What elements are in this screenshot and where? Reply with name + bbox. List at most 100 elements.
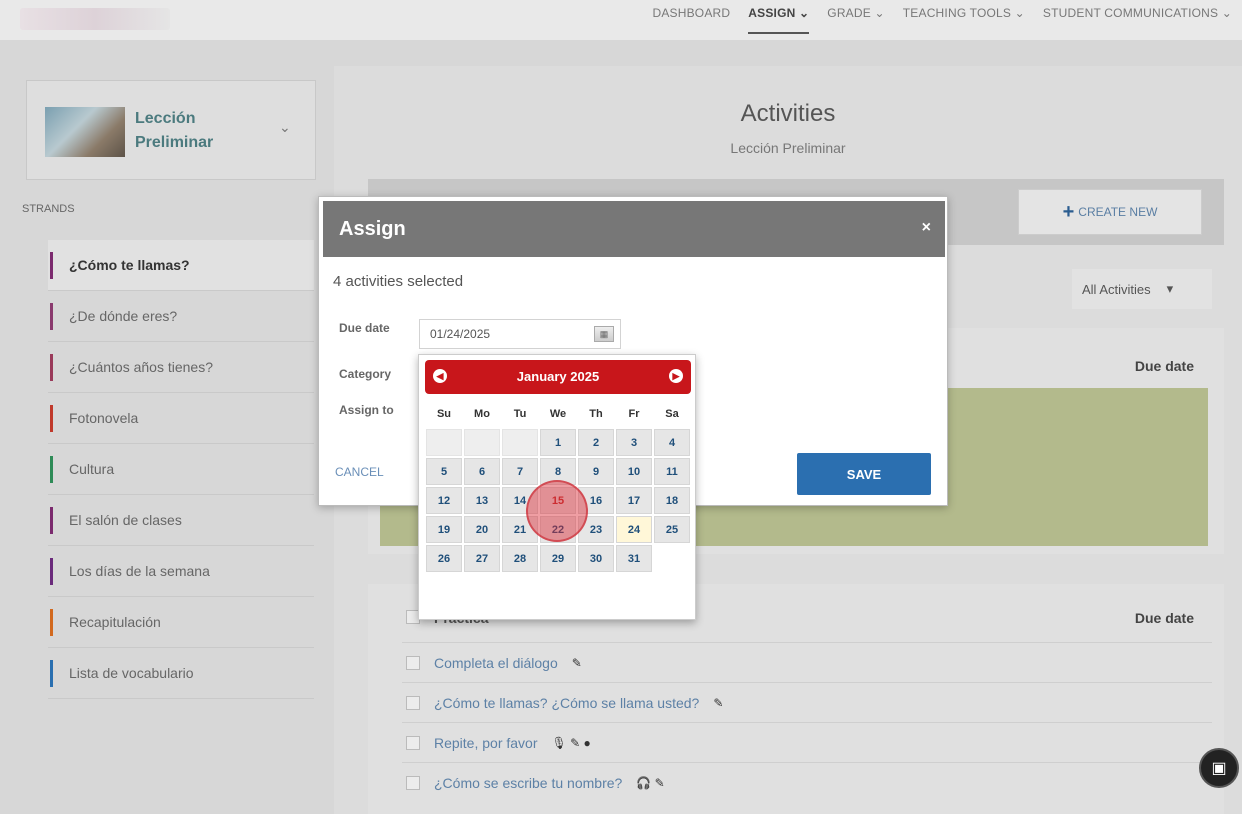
sidebar-strand-item[interactable]: ¿Cuántos años tienes? (48, 342, 314, 393)
due-date-header: Due date (1134, 358, 1194, 374)
datepicker-empty-cell (464, 429, 500, 456)
datepicker-day[interactable]: 25 (654, 516, 690, 543)
activity-checkbox[interactable] (406, 775, 420, 790)
next-month-icon[interactable]: ▶ (669, 369, 683, 383)
sidebar-strand-item[interactable]: Cultura (48, 444, 314, 495)
datepicker-day[interactable]: 15 (540, 487, 576, 514)
strand-color-bar (50, 609, 53, 636)
datepicker-day[interactable]: 2 (578, 429, 614, 456)
create-new-label: CREATE NEW (1078, 205, 1158, 219)
modal-header: Assign × (323, 201, 945, 257)
weekday-header: Th (589, 407, 603, 420)
strand-label: Fotonovela (69, 410, 139, 426)
strand-color-bar (50, 252, 53, 279)
activity-checkbox[interactable] (406, 695, 420, 710)
sidebar-strand-item[interactable]: El salón de clases (48, 495, 314, 546)
datepicker-day[interactable]: 22 (540, 516, 576, 543)
calendar-icon[interactable]: ▦ (594, 326, 614, 342)
datepicker-day[interactable]: 13 (464, 487, 500, 514)
datepicker-day[interactable]: 3 (616, 429, 652, 456)
strand-label: Lista de vocabulario (69, 665, 194, 681)
datepicker-day[interactable]: 28 (502, 545, 538, 572)
weekday-header: Fr (628, 407, 640, 420)
brand-logo[interactable] (20, 8, 170, 30)
weekday-header: Tu (513, 407, 527, 420)
microphone-icon: 🎙 ✎ ● (551, 735, 591, 750)
due-date-value: 01/24/2025 (430, 327, 491, 341)
activity-filter-select[interactable]: All Activities ▾ (1072, 269, 1212, 309)
lesson-selector[interactable]: Lección Preliminar ⌄ (26, 80, 316, 180)
datepicker-day[interactable]: 24 (616, 516, 652, 543)
datepicker-day[interactable]: 12 (426, 487, 462, 514)
datepicker-day[interactable]: 20 (464, 516, 500, 543)
datepicker-day[interactable]: 14 (502, 487, 538, 514)
datepicker-day[interactable]: 7 (502, 458, 538, 485)
activity-checkbox[interactable] (406, 655, 420, 670)
datepicker-day[interactable]: 29 (540, 545, 576, 572)
datepicker-day[interactable]: 8 (540, 458, 576, 485)
cancel-button[interactable]: CANCEL (335, 465, 384, 479)
lesson-thumbnail (45, 107, 125, 157)
datepicker-day[interactable]: 1 (540, 429, 576, 456)
sidebar-strand-item[interactable]: Los días de la semana (48, 546, 314, 597)
sidebar-strand-item[interactable]: Recapitulación (48, 597, 314, 648)
datepicker-day[interactable]: 19 (426, 516, 462, 543)
weekday-header: Su (436, 407, 452, 420)
datepicker-day[interactable]: 4 (654, 429, 690, 456)
activity-row: Repite, por favor 🎙 ✎ ● (402, 722, 1212, 762)
plus-icon: + (1062, 200, 1075, 223)
activity-link[interactable]: Completa el diálogo (434, 655, 558, 671)
activity-checkbox[interactable] (406, 735, 420, 750)
datepicker-day[interactable]: 26 (426, 545, 462, 572)
chevron-down-icon[interactable]: ⌄ (279, 119, 291, 136)
pencil-icon: ✎ (571, 655, 582, 670)
close-icon[interactable]: × (922, 219, 931, 237)
create-new-button[interactable]: + CREATE NEW (1018, 189, 1202, 235)
nav-assign[interactable]: ASSIGN ⌄ (748, 6, 810, 34)
weekday-header: We (549, 407, 567, 420)
headphones-icon: 🎧 ✎ (636, 775, 665, 790)
strand-label: ¿De dónde eres? (69, 308, 178, 324)
sidebar-strand-item[interactable]: Fotonovela (48, 393, 314, 444)
strand-list: ¿Cómo te llamas? ¿De dónde eres? ¿Cuántos … (48, 240, 314, 699)
sidebar-strand-item[interactable]: ¿De dónde eres? (48, 291, 314, 342)
datepicker-day[interactable]: 31 (616, 545, 652, 572)
datepicker-day[interactable]: 11 (654, 458, 690, 485)
chat-help-button[interactable]: ▣ (1199, 748, 1239, 788)
strand-color-bar (50, 405, 53, 432)
datepicker-day[interactable]: 6 (464, 458, 500, 485)
activity-link[interactable]: ¿Cómo te llamas? ¿Cómo se llama usted? (434, 695, 699, 711)
datepicker-day[interactable]: 30 (578, 545, 614, 572)
datepicker-day[interactable]: 21 (502, 516, 538, 543)
due-date-header: Due date (1134, 610, 1194, 626)
page-title: Activities (740, 100, 836, 127)
strand-color-bar (50, 558, 53, 585)
prev-month-icon[interactable]: ◀ (433, 369, 447, 383)
datepicker-day[interactable]: 9 (578, 458, 614, 485)
nav-dashboard[interactable]: DASHBOARD (652, 6, 730, 34)
datepicker-day[interactable]: 16 (578, 487, 614, 514)
sidebar-strand-item[interactable]: Lista de vocabulario (48, 648, 314, 699)
activity-link[interactable]: Repite, por favor (434, 735, 538, 751)
datepicker-day[interactable]: 27 (464, 545, 500, 572)
sidebar-strand-item[interactable]: ¿Cómo te llamas? (48, 240, 314, 291)
lesson-title: Lección Preliminar (135, 110, 214, 151)
datepicker-day[interactable]: 23 (578, 516, 614, 543)
strand-label: Recapitulación (69, 614, 161, 630)
assign-to-label: Assign to (339, 403, 394, 417)
due-date-input[interactable]: 01/24/2025 ▦ (419, 319, 621, 349)
save-button[interactable]: SAVE (797, 453, 931, 495)
datepicker-day[interactable]: 10 (616, 458, 652, 485)
nav-teaching-tools[interactable]: TEACHING TOOLS ⌄ (903, 6, 1025, 34)
nav-grade[interactable]: GRADE ⌄ (827, 6, 884, 34)
datepicker-day[interactable]: 18 (654, 487, 690, 514)
due-date-label: Due date (339, 321, 390, 335)
strand-label: Los días de la semana (69, 563, 210, 579)
datepicker-day[interactable]: 17 (616, 487, 652, 514)
nav-student-communications[interactable]: STUDENT COMMUNICATIONS ⌄ (1043, 6, 1232, 34)
activity-link[interactable]: ¿Cómo se escribe tu nombre? (434, 775, 622, 791)
strand-color-bar (50, 456, 53, 483)
datepicker-month-title: January 2025 (516, 369, 600, 384)
strand-label: Cultura (69, 461, 115, 477)
datepicker-day[interactable]: 5 (426, 458, 462, 485)
